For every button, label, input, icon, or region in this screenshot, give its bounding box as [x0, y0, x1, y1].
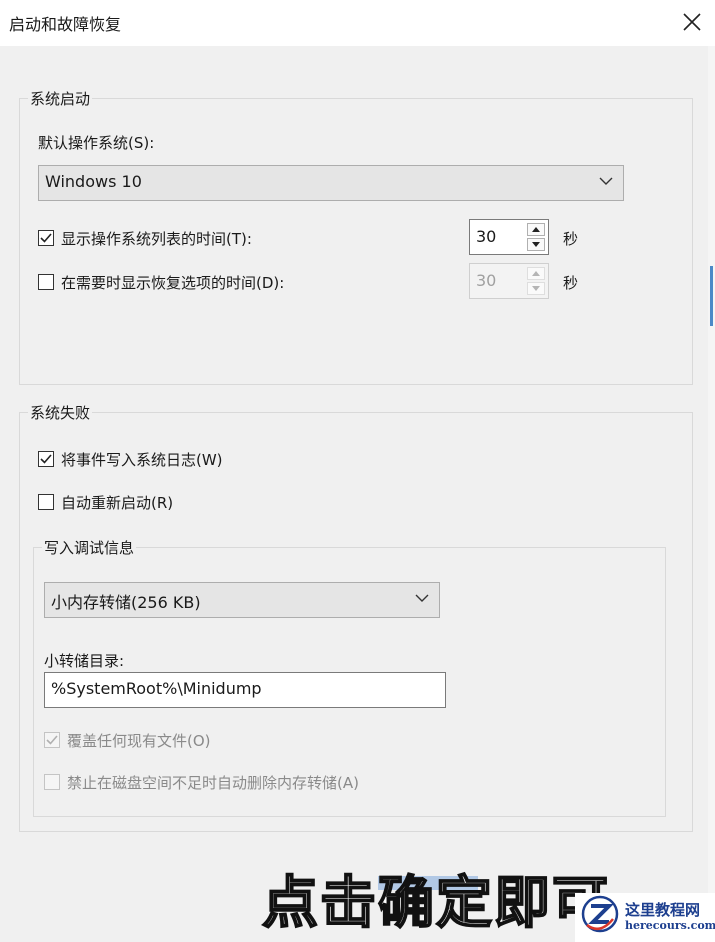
arrow-down-icon [532, 286, 540, 291]
show-os-list-checkbox[interactable] [38, 230, 54, 246]
show-recovery-checkbox[interactable] [38, 274, 54, 290]
show-recovery-spinner[interactable]: 30 [469, 263, 549, 299]
write-event-checkbox[interactable] [38, 451, 54, 467]
disable-autodelete-label: 禁止在磁盘空间不足时自动删除内存转储(A) [67, 774, 359, 792]
background-window-edge [708, 46, 715, 942]
spinner-up-button[interactable] [527, 223, 545, 236]
show-os-list-unit: 秒 [563, 230, 579, 248]
show-os-list-value: 30 [476, 227, 497, 246]
close-icon [683, 13, 701, 31]
spinner-up-button[interactable] [527, 267, 545, 280]
close-button[interactable] [669, 0, 715, 46]
chevron-down-icon [415, 594, 429, 602]
checkmark-icon [40, 233, 52, 243]
write-event-label: 将事件写入系统日志(W) [61, 451, 223, 469]
arrow-down-icon [532, 242, 540, 247]
dump-type-select[interactable]: 小内存转储(256 KB) [44, 582, 440, 618]
arrow-up-icon [532, 227, 540, 232]
checkmark-icon [40, 454, 52, 464]
arrow-up-icon [532, 271, 540, 276]
show-recovery-value: 30 [476, 271, 497, 290]
auto-restart-label: 自动重新启动(R) [61, 494, 174, 512]
spinner-down-button[interactable] [527, 238, 545, 251]
watermark-en: herecours.com [625, 919, 715, 932]
default-os-value: Windows 10 [45, 172, 142, 191]
dump-dir-field[interactable]: %SystemRoot%\Minidump [44, 672, 446, 708]
show-recovery-label: 在需要时显示恢复选项的时间(D): [61, 274, 285, 292]
checkmark-icon [46, 735, 58, 745]
dump-type-value: 小内存转储(256 KB) [51, 593, 201, 612]
dump-dir-label: 小转储目录: [44, 652, 125, 670]
debug-info-legend: 写入调试信息 [42, 537, 137, 558]
watermark-cn: 这里教程网 [625, 901, 701, 919]
system-startup-legend: 系统启动 [28, 88, 93, 109]
spinner-down-button[interactable] [527, 282, 545, 295]
system-failure-legend: 系统失败 [28, 402, 93, 423]
show-recovery-unit: 秒 [563, 274, 579, 292]
watermark: 这里教程网 herecours.com [575, 893, 715, 942]
auto-restart-checkbox[interactable] [38, 494, 54, 510]
default-os-select[interactable]: Windows 10 [38, 165, 624, 201]
show-os-list-spinner[interactable]: 30 [469, 219, 549, 255]
default-os-label: 默认操作系统(S): [38, 134, 155, 152]
disable-autodelete-checkbox[interactable] [44, 774, 60, 790]
chevron-down-icon [599, 177, 613, 185]
title-bar: 启动和故障恢复 [0, 0, 715, 46]
window-title: 启动和故障恢复 [9, 15, 122, 34]
overwrite-label: 覆盖任何现有文件(O) [67, 732, 211, 750]
overlay-caption: 点击确定即可 [261, 870, 610, 937]
watermark-logo-icon [581, 895, 619, 933]
show-os-list-label: 显示操作系统列表的时间(T): [61, 230, 252, 248]
dump-dir-value: %SystemRoot%\Minidump [51, 679, 262, 698]
overwrite-checkbox[interactable] [44, 732, 60, 748]
